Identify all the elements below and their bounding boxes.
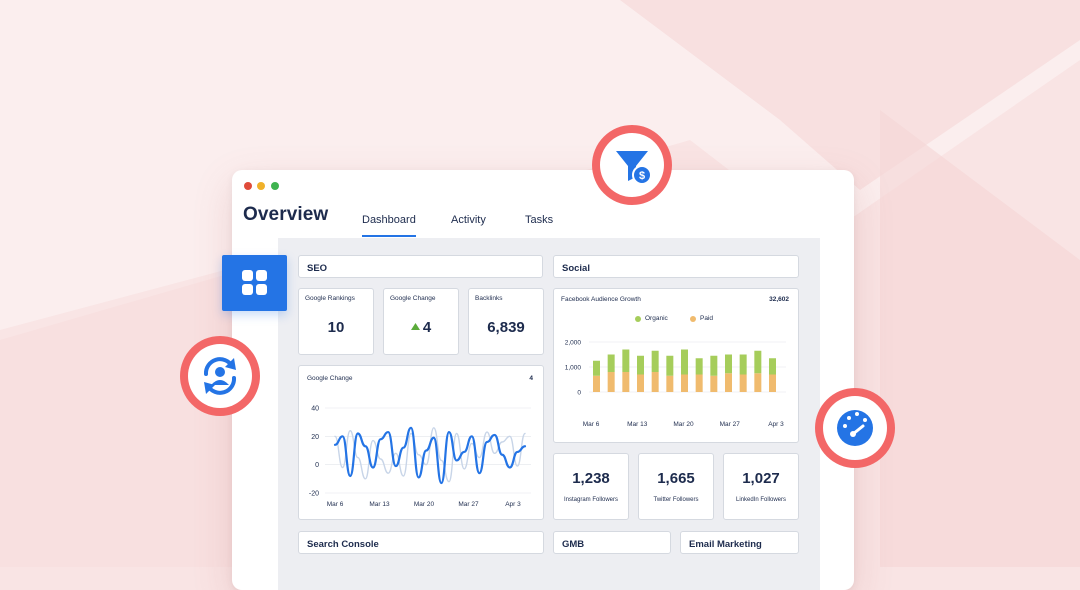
twitter-followers-label: Twitter Followers xyxy=(653,497,699,503)
facebook-chart-card[interactable]: Facebook Audience Growth 32,602 Organic … xyxy=(553,288,799,443)
tab-dashboard[interactable]: Dashboard xyxy=(362,214,416,237)
social-section-title: Social xyxy=(562,263,590,274)
backlinks-label: Backlinks xyxy=(475,295,503,302)
x-tick-label: Mar 20 xyxy=(414,501,435,508)
google-change-card[interactable]: Google Change 4 xyxy=(383,288,459,355)
bar-organic xyxy=(622,349,630,372)
gmb-title: GMB xyxy=(562,539,585,550)
google-change-value: 4 xyxy=(422,319,432,336)
seo-section-title: SEO xyxy=(307,263,328,274)
backlinks-card[interactable]: Backlinks 6,839 xyxy=(468,288,544,355)
bar-paid xyxy=(666,375,674,392)
google-rankings-card[interactable]: Google Rankings 10 xyxy=(298,288,374,355)
funnel-dollar-icon: $ xyxy=(616,151,652,185)
x-tick-label: Apr 3 xyxy=(768,421,784,428)
bar-organic xyxy=(739,354,747,375)
y-tick-label: 40 xyxy=(311,406,319,413)
google-change-line-chart: 40 20 0 -20 Mar 6 Mar 13 Mar 20 Mar 27 Apr 3 xyxy=(309,406,531,508)
funnel-badge: $ xyxy=(592,125,672,205)
window-maximize-dot[interactable] xyxy=(271,182,279,190)
y-tick-label: 0 xyxy=(577,390,581,397)
bar-organic xyxy=(666,355,674,376)
bar-paid xyxy=(725,373,732,392)
twitter-followers-card[interactable]: 1,665 Twitter Followers xyxy=(638,453,714,520)
x-tick-label: Mar 20 xyxy=(673,421,694,428)
bar-organic xyxy=(769,358,776,375)
bar-paid xyxy=(637,374,644,392)
search-console-section-header[interactable]: Search Console xyxy=(298,531,544,554)
bar-paid xyxy=(651,372,659,392)
bar-organic xyxy=(754,350,762,374)
email-marketing-title: Email Marketing xyxy=(689,539,762,550)
dashboard-content: SEO Social Google Rankings 10 Google Cha… xyxy=(278,238,820,590)
facebook-bar-chart: 2,000 1,000 0 Mar 6 Mar 13 Mar 20 Mar 27 Apr 3 xyxy=(565,340,786,428)
bar-organic xyxy=(725,354,732,374)
google-change-chart-card[interactable]: Google Change 4 40 20 0 -20 Mar 6 Mar 13 Mar 2… xyxy=(298,365,544,520)
trend-up-icon xyxy=(410,323,420,330)
window-minimize-dot[interactable] xyxy=(257,182,265,190)
bar-paid xyxy=(593,375,600,392)
linkedin-followers-value: 1,027 xyxy=(742,470,780,487)
y-tick-label: -20 xyxy=(309,491,319,498)
linkedin-followers-label: LinkedIn Followers xyxy=(735,497,787,503)
linkedin-followers-card[interactable]: 1,027 LinkedIn Followers xyxy=(723,453,799,520)
seo-section-header[interactable]: SEO xyxy=(298,255,543,278)
bar-paid xyxy=(681,374,688,392)
x-tick-label: Mar 6 xyxy=(327,501,344,508)
x-tick-label: Mar 27 xyxy=(720,421,741,428)
x-tick-label: Mar 27 xyxy=(458,501,479,508)
google-change-label: Google Change xyxy=(390,295,436,302)
x-tick-label: Apr 3 xyxy=(505,501,521,508)
gauge-badge xyxy=(815,388,895,468)
tab-tasks[interactable]: Tasks xyxy=(525,214,553,226)
bar-organic xyxy=(695,358,703,375)
page-title: Overview xyxy=(243,204,329,225)
bar-paid xyxy=(622,372,630,392)
backlinks-value: 6,839 xyxy=(487,319,525,336)
gmb-section-header[interactable]: GMB xyxy=(553,531,671,554)
bar-paid xyxy=(754,373,762,392)
grid-icon xyxy=(242,270,267,295)
search-console-title: Search Console xyxy=(307,539,379,550)
bar-organic xyxy=(681,349,688,375)
y-tick-label: 2,000 xyxy=(565,340,582,347)
bar-organic xyxy=(607,354,615,372)
bar-organic xyxy=(637,355,644,375)
window-close-dot[interactable] xyxy=(244,182,252,190)
x-tick-label: Mar 13 xyxy=(369,501,390,508)
google-rankings-value: 10 xyxy=(327,319,345,336)
x-tick-label: Mar 13 xyxy=(627,421,648,428)
svg-text:$: $ xyxy=(639,170,645,182)
bar-organic xyxy=(593,360,600,376)
y-tick-label: 0 xyxy=(315,462,319,469)
instagram-followers-card[interactable]: 1,238 Instagram Followers xyxy=(553,453,629,520)
dashboard-window: Overview Dashboard Activity Tasks SEO So… xyxy=(232,170,854,590)
x-tick-label: Mar 6 xyxy=(583,421,600,428)
social-section-header[interactable]: Social xyxy=(553,255,799,278)
instagram-followers-value: 1,238 xyxy=(572,470,610,487)
grid-menu-button[interactable] xyxy=(222,255,287,311)
bar-paid xyxy=(607,372,615,392)
bar-paid xyxy=(710,375,718,392)
y-tick-label: 20 xyxy=(311,434,319,441)
user-sync-badge xyxy=(180,336,260,416)
twitter-followers-value: 1,665 xyxy=(657,470,695,487)
tab-activity[interactable]: Activity xyxy=(451,214,486,226)
email-marketing-section-header[interactable]: Email Marketing xyxy=(680,531,799,554)
bar-paid xyxy=(769,374,776,392)
instagram-followers-label: Instagram Followers xyxy=(563,497,619,503)
bar-organic xyxy=(710,355,718,376)
bar-paid xyxy=(739,374,747,392)
gauge-icon xyxy=(837,410,873,446)
user-sync-icon xyxy=(204,357,236,395)
bar-paid xyxy=(695,374,703,392)
google-rankings-label: Google Rankings xyxy=(305,295,355,302)
bar-organic xyxy=(651,350,659,372)
y-tick-label: 1,000 xyxy=(565,365,582,372)
